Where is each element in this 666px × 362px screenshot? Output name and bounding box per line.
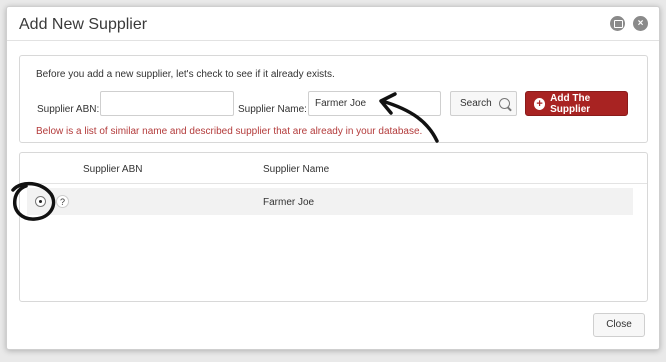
supplier-abn-label: Supplier ABN: (37, 104, 100, 115)
dialog-header: Add New Supplier × (7, 7, 659, 41)
add-supplier-dialog: Add New Supplier × Before you add a new … (6, 6, 660, 350)
add-supplier-label: Add The Supplier (550, 92, 591, 115)
column-header-abn: Supplier ABN (83, 164, 143, 175)
search-button[interactable]: Search (450, 91, 517, 116)
help-icon[interactable]: ? (56, 195, 69, 208)
add-supplier-button[interactable]: + Add The Supplier (525, 91, 628, 116)
search-icon (499, 98, 510, 109)
intro-text: Before you add a new supplier, let's che… (36, 69, 335, 80)
close-button[interactable]: Close (593, 313, 645, 337)
close-icon[interactable]: × (633, 16, 648, 31)
column-header-name: Supplier Name (263, 164, 330, 175)
search-button-label: Search (460, 98, 492, 109)
duplicate-notice: Below is a list of similar name and desc… (36, 126, 423, 137)
supplier-name-cell: Farmer Joe (263, 197, 315, 208)
supplier-name-input[interactable] (308, 91, 441, 116)
table-header: Supplier ABN Supplier Name (20, 153, 647, 184)
table-row[interactable]: ? Farmer Joe (27, 188, 633, 215)
supplier-name-label: Supplier Name: (238, 104, 307, 115)
window-icon[interactable] (610, 16, 625, 31)
row-select-radio[interactable] (35, 196, 46, 207)
plus-circle-icon: + (534, 97, 546, 110)
supplier-search-panel: Before you add a new supplier, let's che… (19, 55, 648, 143)
dialog-title: Add New Supplier (19, 16, 148, 33)
supplier-abn-input[interactable] (100, 91, 234, 116)
results-table: Supplier ABN Supplier Name ? Farmer Joe (19, 152, 648, 302)
